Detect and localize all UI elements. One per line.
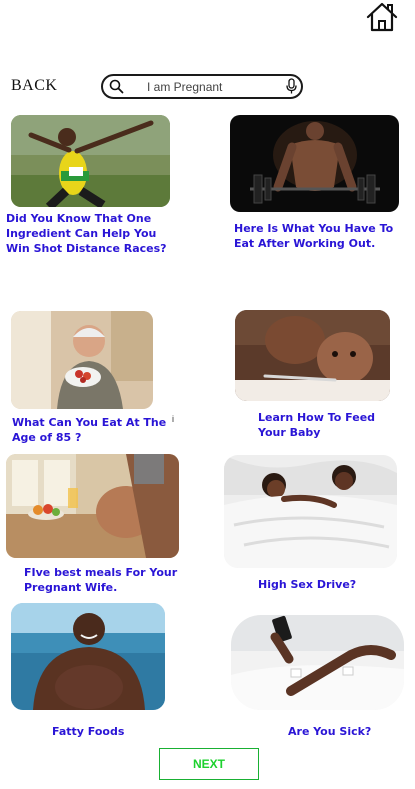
microphone-icon[interactable] xyxy=(285,78,298,95)
article-title[interactable]: Did You Know That One Ingredient Can Hel… xyxy=(6,211,171,256)
search-icon[interactable] xyxy=(109,79,124,94)
home-icon xyxy=(366,2,398,32)
article-image-elderly-man[interactable] xyxy=(11,311,153,409)
article-image-sprinter[interactable] xyxy=(11,115,170,207)
search-bar[interactable] xyxy=(101,74,303,99)
article-title[interactable]: Are You Sick? xyxy=(288,724,398,739)
article-title[interactable]: Learn How To Feed Your Baby xyxy=(258,410,398,440)
article-title[interactable]: Fatty Foods xyxy=(52,724,152,739)
article-image-couple[interactable] xyxy=(224,455,397,568)
article-image-hospital-patient[interactable] xyxy=(231,615,404,710)
search-input[interactable] xyxy=(147,79,277,95)
article-title[interactable]: FIve best meals For Your Pregnant Wife. xyxy=(24,565,184,595)
home-button[interactable] xyxy=(366,2,398,32)
stray-text-mark: i xyxy=(172,414,174,424)
article-title[interactable]: What Can You Eat At The Age of 85 ? xyxy=(12,415,170,445)
article-image-bodybuilder[interactable] xyxy=(230,115,399,212)
next-button[interactable]: NEXT xyxy=(159,748,259,780)
article-title[interactable]: High Sex Drive? xyxy=(258,577,398,592)
article-image-mother-baby[interactable] xyxy=(235,310,390,401)
article-image-overweight-man[interactable] xyxy=(11,603,165,710)
back-button[interactable]: BACK xyxy=(11,77,57,95)
article-image-pregnant-woman[interactable] xyxy=(6,454,179,558)
article-title[interactable]: Here Is What You Have To Eat After Worki… xyxy=(234,221,394,251)
